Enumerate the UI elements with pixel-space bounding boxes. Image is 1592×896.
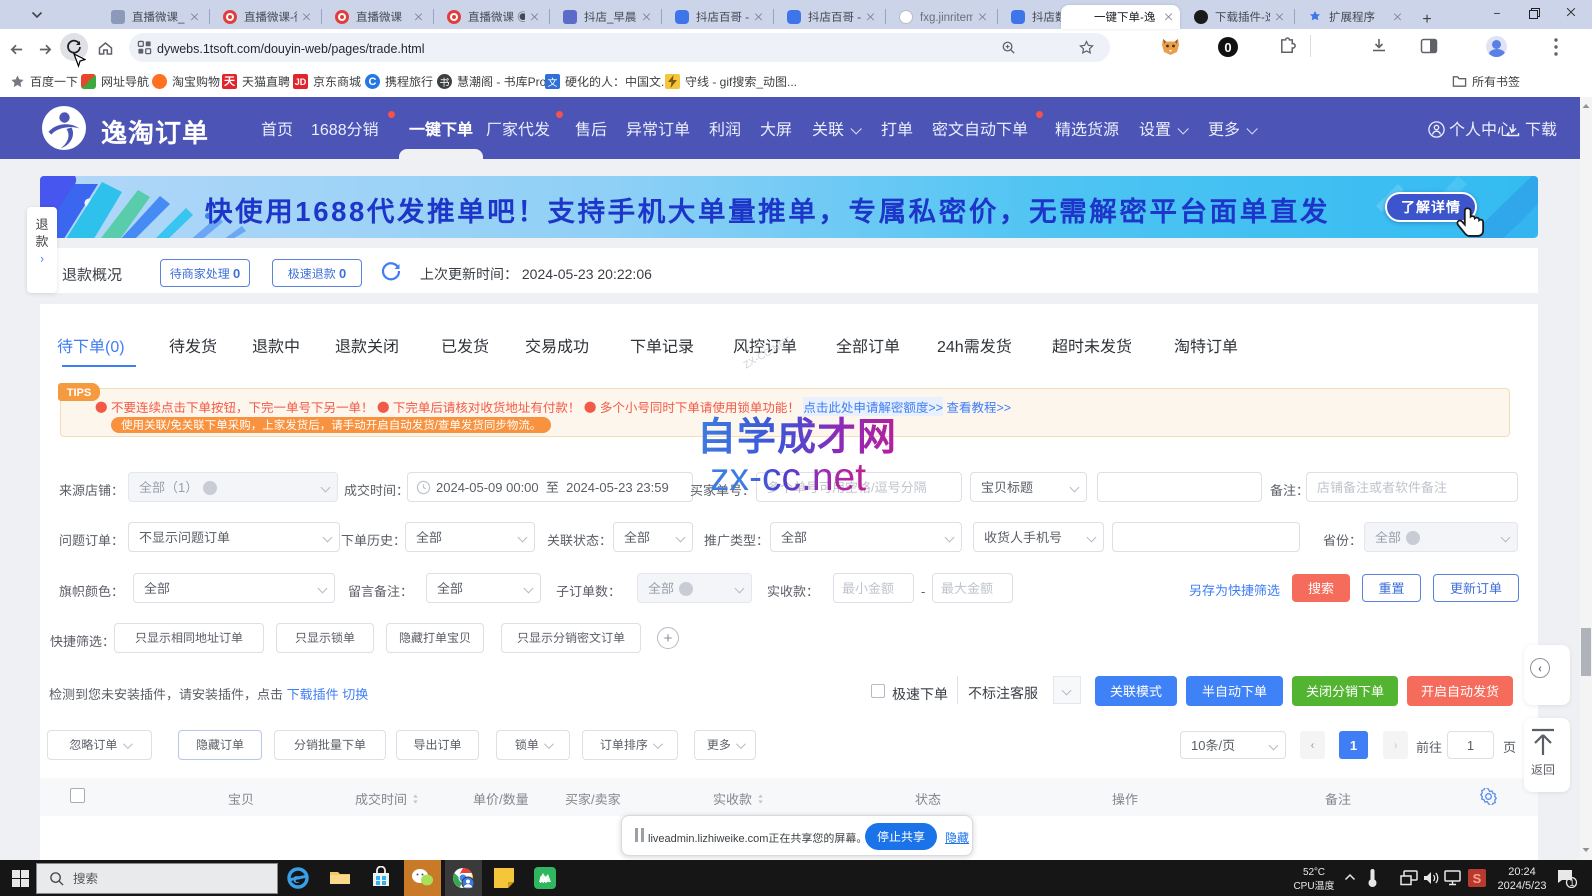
svg-text:1: 1	[1570, 876, 1575, 888]
svg-text:e: e	[293, 871, 300, 887]
svg-text:M: M	[540, 873, 548, 886]
